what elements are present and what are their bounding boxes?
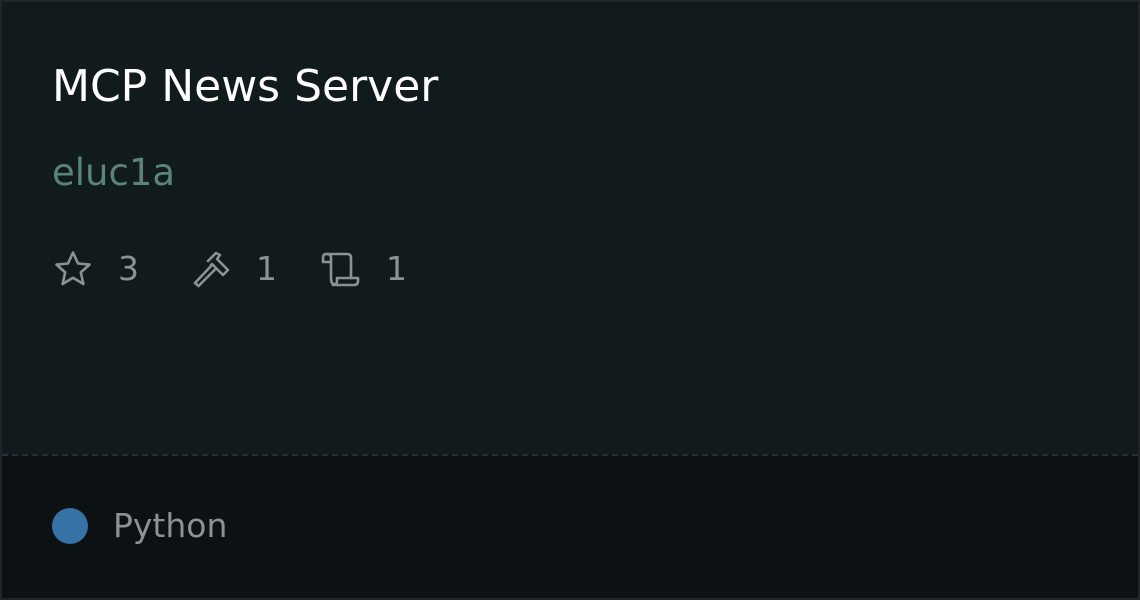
server-card[interactable]: MCP News Server eluc1a 3 1 1 Python (0, 0, 1140, 600)
star-icon (52, 248, 94, 290)
server-title[interactable]: MCP News Server (52, 60, 438, 114)
scroll-icon (320, 248, 362, 290)
docs-stat: 1 (320, 248, 407, 290)
card-body: MCP News Server eluc1a 3 1 1 (2, 2, 1138, 454)
hammer-icon (190, 248, 232, 290)
language-label: Python (113, 506, 228, 545)
tools-stat: 1 (190, 248, 277, 290)
author-link[interactable]: eluc1a (52, 150, 175, 196)
card-footer: Python (2, 456, 1138, 598)
stars-stat: 3 (52, 248, 139, 290)
language-color-dot (52, 508, 88, 544)
tools-count: 1 (256, 249, 277, 288)
stars-count: 3 (118, 249, 139, 288)
docs-count: 1 (386, 249, 407, 288)
